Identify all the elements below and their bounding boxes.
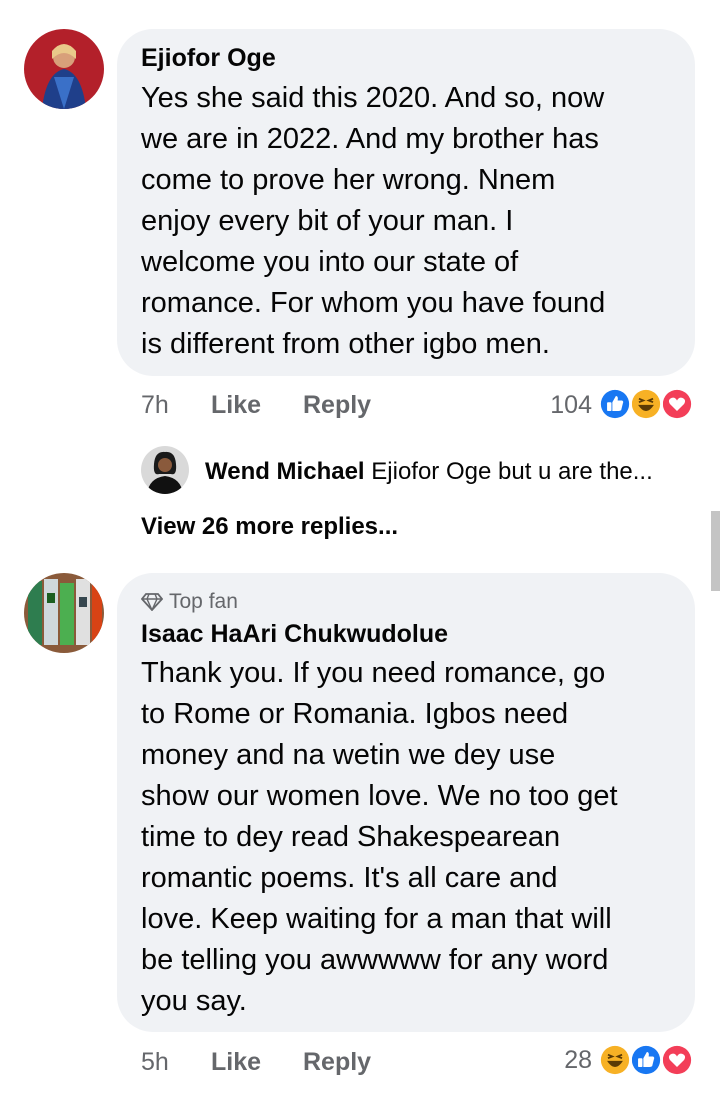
comment-text: Yes she said this 2020. And so, now we a… [141,78,605,365]
reaction-count[interactable]: 28 [540,1046,592,1075]
commenter-avatar[interactable] [24,573,104,653]
comment-line: romance. For whom you have found [141,287,606,319]
comment-line: you say. [141,985,247,1017]
comment-timestamp[interactable]: 5h [141,1048,169,1077]
comment-timestamp[interactable]: 7h [141,391,169,420]
reply-snippet: Ejiofor Oge but u are the... [371,458,653,485]
commenter-avatar[interactable] [24,29,104,109]
like-icon [629,1043,663,1077]
reply-author[interactable]: Wend Michael [205,458,365,485]
comment-author[interactable]: Ejiofor Oge [141,44,276,73]
comment-line: we are in 2022. And my brother has [141,123,599,155]
comment-line: be telling you awwwww for any word [141,944,609,976]
comment-line: to Rome or Romania. Igbos need [141,698,569,730]
comment-line: Yes she said this 2020. And so, now [141,82,605,114]
reactions-summary[interactable] [598,1043,698,1079]
reply-preview[interactable]: Wend Michael Ejiofor Oge but u are the..… [205,458,653,486]
reply-avatar[interactable] [141,446,189,494]
comment-line: time to dey read Shakespearean [141,821,561,853]
comment-line: welcome you into our state of [141,246,519,278]
love-icon [660,387,694,421]
comment-line: romantic poems. It's all care and [141,862,558,894]
like-icon [598,387,632,421]
reactions-summary[interactable] [598,387,698,423]
comment-line: money and na wetin we dey use [141,739,556,771]
reply-button[interactable]: Reply [303,391,371,420]
comment-line: Thank you. If you need romance, go [141,657,606,689]
view-more-replies-link[interactable]: View 26 more replies... [141,513,398,541]
like-button[interactable]: Like [211,391,261,420]
comment-line: enjoy every bit of your man. I [141,205,514,237]
comment-line: love. Keep waiting for a man that will [141,903,612,935]
comment-author[interactable]: Isaac HaAri Chukwudolue [141,620,448,649]
comment-text: Thank you. If you need romance, go to Ro… [141,653,618,1022]
top-fan-badge: Top fan [141,590,238,614]
love-icon [660,1043,694,1077]
like-button[interactable]: Like [211,1048,261,1077]
comment-line: come to prove her wrong. Nnem [141,164,556,196]
reply-button[interactable]: Reply [303,1048,371,1077]
scrollbar-thumb[interactable] [711,511,720,591]
haha-icon [598,1043,632,1077]
haha-icon [629,387,663,421]
comment-line: show our women love. We no too get [141,780,618,812]
diamond-icon [141,593,163,611]
comment-line: is different from other igbo men. [141,328,550,360]
reaction-count[interactable]: 104 [530,391,592,420]
top-fan-label: Top fan [169,590,238,613]
